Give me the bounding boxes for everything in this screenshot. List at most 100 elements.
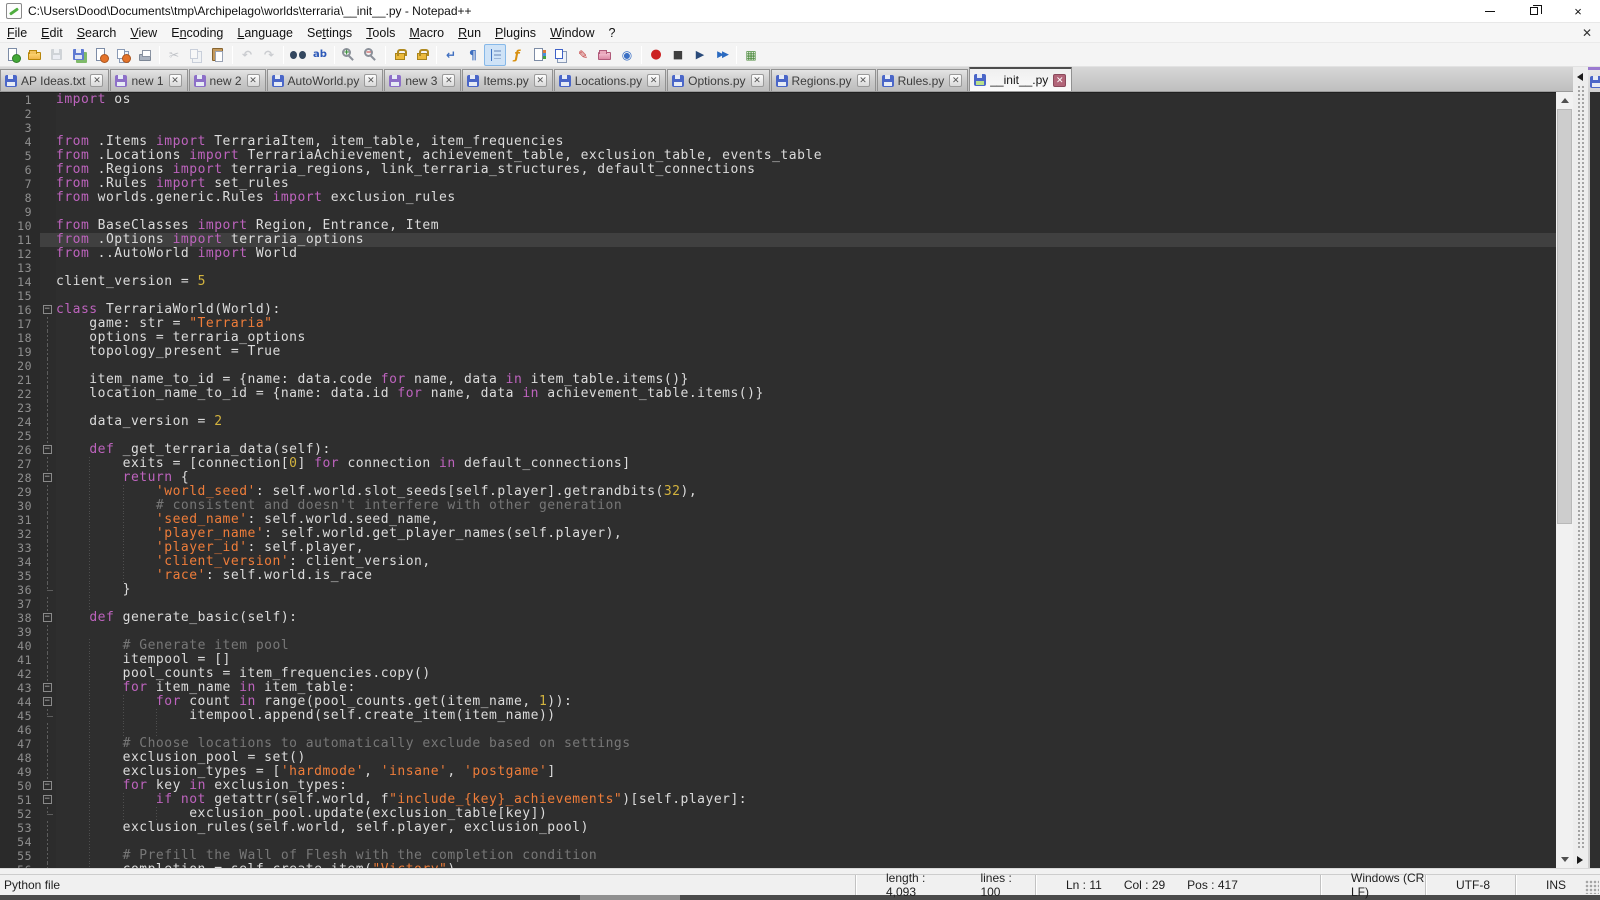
- code-line[interactable]: 15: [0, 289, 1556, 303]
- document-map-button[interactable]: [528, 44, 550, 66]
- code-line[interactable]: 42 pool_counts = item_frequencies.copy(): [0, 667, 1556, 681]
- fold-collapse-icon[interactable]: −: [43, 795, 52, 804]
- code-line[interactable]: 2: [0, 107, 1556, 121]
- paste-button[interactable]: [207, 44, 229, 66]
- code-line[interactable]: 46: [0, 723, 1556, 737]
- menu-item-settings[interactable]: Settings: [300, 24, 359, 42]
- code-line[interactable]: 48 exclusion_pool = set(): [0, 751, 1556, 765]
- record-macro-button[interactable]: ●: [645, 44, 667, 66]
- tab-scroll-left-icon[interactable]: [1577, 73, 1583, 81]
- show-all-characters-button[interactable]: ¶: [462, 44, 484, 66]
- code-line[interactable]: 11from .Options import terraria_options: [0, 233, 1556, 247]
- scrollbar-thumb[interactable]: [1557, 109, 1572, 524]
- edit-macro-button[interactable]: ✎: [572, 44, 594, 66]
- monitoring-button[interactable]: ◉: [616, 44, 638, 66]
- redo-button[interactable]: ↷: [258, 44, 280, 66]
- code-line[interactable]: 23: [0, 401, 1556, 415]
- tab-locations-py[interactable]: Locations.py✕: [554, 69, 666, 91]
- code-line[interactable]: 3: [0, 121, 1556, 135]
- fold-collapse-icon[interactable]: −: [43, 683, 52, 692]
- tab-options-py[interactable]: Options.py✕: [667, 69, 769, 91]
- close-all-button[interactable]: [112, 44, 134, 66]
- code-line[interactable]: 43− for item_name in item_table:: [0, 681, 1556, 695]
- menu-item-tools[interactable]: Tools: [359, 24, 402, 42]
- code-line[interactable]: 52 exclusion_pool.update(exclusion_table…: [0, 807, 1556, 821]
- code-line[interactable]: 4from .Items import TerrariaItem, item_t…: [0, 135, 1556, 149]
- tab-new-1[interactable]: new 1✕: [110, 69, 187, 91]
- zoom-out-button[interactable]: −: [360, 44, 382, 66]
- code-line[interactable]: 31 'seed_name': self.world.seed_name,: [0, 513, 1556, 527]
- tab-rules-py[interactable]: Rules.py✕: [877, 69, 969, 91]
- playback-macro-button[interactable]: ▶: [689, 44, 711, 66]
- tab-close-icon[interactable]: ✕: [534, 74, 547, 87]
- code-line[interactable]: 37: [0, 597, 1556, 611]
- tab-close-icon[interactable]: ✕: [90, 74, 103, 87]
- fold-collapse-icon[interactable]: −: [43, 613, 52, 622]
- close-button[interactable]: ×: [1556, 0, 1600, 22]
- code-line[interactable]: 38− def generate_basic(self):: [0, 611, 1556, 625]
- tab-items-py[interactable]: Items.py✕: [462, 69, 552, 91]
- minimize-button[interactable]: [1468, 0, 1512, 22]
- code-line[interactable]: 6from .Regions import terraria_regions, …: [0, 163, 1556, 177]
- code-line[interactable]: 24 data_version = 2: [0, 415, 1556, 429]
- tab-close-icon[interactable]: ✕: [1053, 74, 1066, 87]
- tab-close-icon[interactable]: ✕: [364, 74, 377, 87]
- code-line[interactable]: 7from .Rules import set_rules: [0, 177, 1556, 191]
- tab-new-2[interactable]: new 2✕: [189, 69, 266, 91]
- code-line[interactable]: 35 'race': self.world.is_race: [0, 569, 1556, 583]
- menu-item-edit[interactable]: Edit: [34, 24, 70, 42]
- code-line[interactable]: 36 }: [0, 583, 1556, 597]
- menu-item-run[interactable]: Run: [451, 24, 488, 42]
- code-line[interactable]: 41 itempool = []: [0, 653, 1556, 667]
- menu-item-plugins[interactable]: Plugins: [488, 24, 543, 42]
- function-list-button[interactable]: ƒ: [506, 44, 528, 66]
- code-line[interactable]: 28− return {: [0, 471, 1556, 485]
- tab-close-icon[interactable]: ✕: [442, 74, 455, 87]
- cut-button[interactable]: ✂: [163, 44, 185, 66]
- tab-close-icon[interactable]: ✕: [949, 74, 962, 87]
- code-line[interactable]: 51− if not getattr(self.world, f"include…: [0, 793, 1556, 807]
- code-line[interactable]: 47 # Choose locations to automatically e…: [0, 737, 1556, 751]
- menu-item-[interactable]: ?: [602, 24, 623, 42]
- fold-collapse-icon[interactable]: −: [43, 473, 52, 482]
- code-line[interactable]: 13: [0, 261, 1556, 275]
- code-line[interactable]: 17 game: str = "Terraria": [0, 317, 1556, 331]
- save-macro-button[interactable]: ▦: [740, 44, 762, 66]
- vertical-scrollbar[interactable]: [1556, 92, 1573, 868]
- code-line[interactable]: 50− for key in exclusion_types:: [0, 779, 1556, 793]
- code-line[interactable]: 53 exclusion_rules(self.world, self.play…: [0, 821, 1556, 835]
- find-button[interactable]: [287, 44, 309, 66]
- run-macro-multiple-button[interactable]: ▶▶: [711, 44, 733, 66]
- code-line[interactable]: 25: [0, 429, 1556, 443]
- menu-item-encoding[interactable]: Encoding: [164, 24, 230, 42]
- code-line[interactable]: 49 exclusion_types = ['hardmode', 'insan…: [0, 765, 1556, 779]
- word-wrap-button[interactable]: ↵: [440, 44, 462, 66]
- scroll-down-icon[interactable]: [1556, 851, 1573, 868]
- code-line[interactable]: 22 location_name_to_id = {name: data.id …: [0, 387, 1556, 401]
- close-document-icon[interactable]: ✕: [1582, 26, 1592, 40]
- status-insert-mode[interactable]: INS: [1515, 875, 1600, 895]
- code-line[interactable]: 20: [0, 359, 1556, 373]
- menu-item-file[interactable]: File: [0, 24, 34, 42]
- project-panel-button[interactable]: [594, 44, 616, 66]
- code-line[interactable]: 12from ..AutoWorld import World: [0, 247, 1556, 261]
- code-line[interactable]: 16−class TerrariaWorld(World):: [0, 303, 1556, 317]
- code-line[interactable]: 56 completion = self.create_item("Victor…: [0, 863, 1556, 868]
- save-file-button[interactable]: [46, 44, 68, 66]
- code-line[interactable]: 34 'client_version': client_version,: [0, 555, 1556, 569]
- tab--init-py[interactable]: __init__.py✕: [969, 67, 1072, 91]
- code-line[interactable]: 1import os: [0, 93, 1556, 107]
- second-view-editor[interactable]: [1588, 92, 1600, 868]
- code-line[interactable]: 26− def _get_terraria_data(self):: [0, 443, 1556, 457]
- code-line[interactable]: 5from .Locations import TerrariaAchievem…: [0, 149, 1556, 163]
- sync-vertical-button[interactable]: [389, 44, 411, 66]
- document-list-button[interactable]: [550, 44, 572, 66]
- open-file-button[interactable]: [24, 44, 46, 66]
- second-view-tab[interactable]: [1588, 67, 1600, 92]
- fold-collapse-icon[interactable]: −: [43, 305, 52, 314]
- fold-collapse-icon[interactable]: −: [43, 445, 52, 454]
- close-file-button[interactable]: [90, 44, 112, 66]
- menu-item-window[interactable]: Window: [543, 24, 601, 42]
- code-line[interactable]: 55 # Prefill the Wall of Flesh with the …: [0, 849, 1556, 863]
- code-line[interactable]: 33 'player_id': self.player,: [0, 541, 1556, 555]
